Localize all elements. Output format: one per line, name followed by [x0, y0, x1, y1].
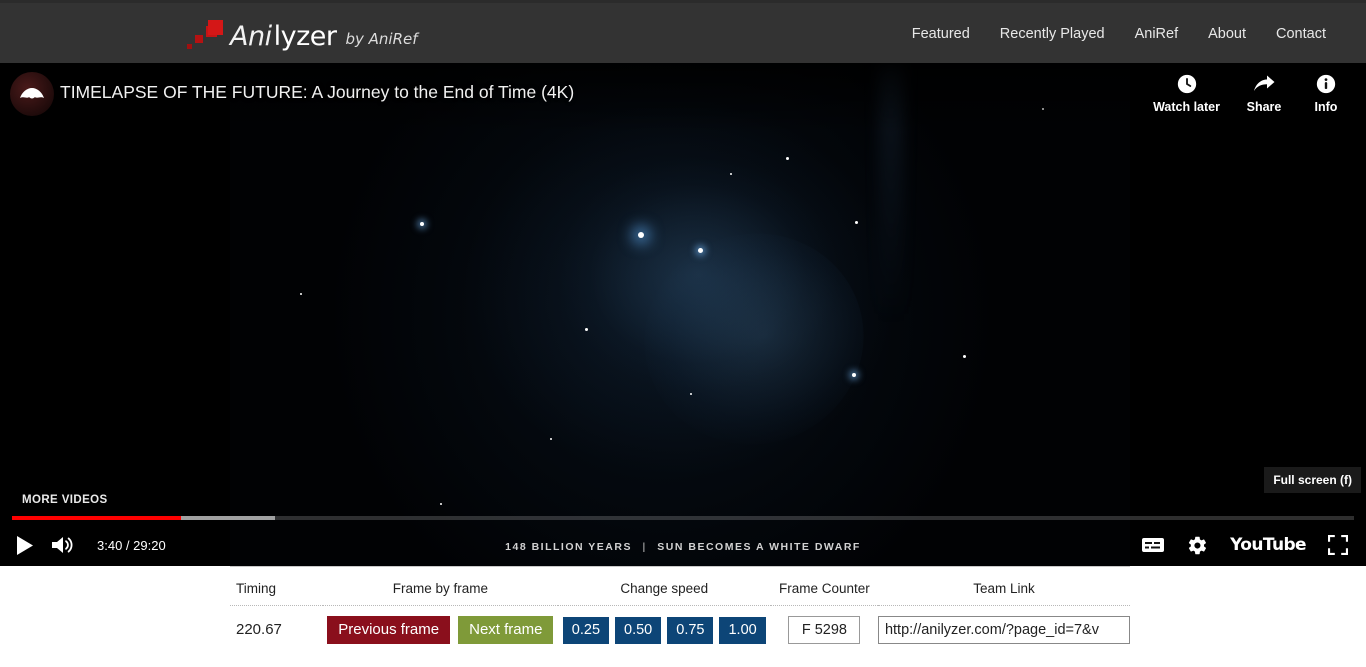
next-frame-button[interactable]: Next frame [458, 616, 553, 644]
table-row: 220.67 Previous frame Next frame 0.25 0.… [230, 606, 1130, 653]
settings-button[interactable] [1187, 535, 1208, 556]
channel-avatar[interactable] [10, 72, 54, 116]
nav-item-featured[interactable]: Featured [897, 3, 985, 66]
timing-value: 220.67 [230, 621, 282, 638]
clock-icon [1176, 71, 1198, 97]
star [730, 173, 732, 175]
video-frame-image[interactable] [230, 63, 1130, 566]
team-link-input[interactable] [878, 616, 1130, 644]
logo-text-lyzer: lyzer [274, 21, 337, 52]
fullscreen-tooltip: Full screen (f) [1264, 467, 1361, 493]
watch-later-button[interactable]: Watch later [1153, 71, 1220, 114]
nav-item-recently-played[interactable]: Recently Played [985, 3, 1120, 66]
share-arrow-icon [1252, 71, 1276, 97]
cell-frame-counter [771, 606, 878, 653]
star [698, 248, 703, 253]
column-header-change-speed: Change speed [558, 567, 771, 606]
video-player[interactable]: TIMELAPSE OF THE FUTURE: A Journey to th… [0, 63, 1366, 566]
cell-team-link [878, 606, 1130, 653]
cell-frame-by-frame: Previous frame Next frame [323, 606, 558, 653]
site-header: Anilyzer by AniRef Featured Recently Pla… [0, 0, 1366, 63]
share-button[interactable]: Share [1246, 71, 1282, 114]
main-navigation: Featured Recently Played AniRef About Co… [897, 3, 1366, 66]
player-top-actions: Watch later Share Info [1153, 71, 1344, 114]
logo-byline: by AniRef [345, 30, 417, 48]
channel-logo-icon [18, 87, 46, 101]
subtitles-button[interactable] [1141, 536, 1165, 554]
fullscreen-button[interactable] [1328, 535, 1348, 555]
frame-control-table: Timing Frame by frame Change speed Frame… [230, 567, 1130, 652]
watch-later-label: Watch later [1153, 100, 1220, 114]
star [638, 232, 644, 238]
star [852, 373, 856, 377]
progress-bar[interactable] [12, 516, 1354, 520]
star [963, 355, 966, 358]
time-display: 3:40 / 29:20 [97, 538, 166, 553]
info-circle-icon [1315, 71, 1337, 97]
star [855, 221, 858, 224]
column-header-frame-by-frame: Frame by frame [323, 567, 558, 606]
star [690, 393, 692, 395]
previous-frame-button[interactable]: Previous frame [327, 616, 450, 644]
info-button[interactable]: Info [1308, 71, 1344, 114]
speed-button-075[interactable]: 0.75 [667, 617, 713, 644]
play-button[interactable] [16, 536, 33, 555]
star [786, 157, 789, 160]
star [300, 293, 302, 295]
table-header-row: Timing Frame by frame Change speed Frame… [230, 567, 1130, 606]
star [440, 503, 442, 505]
progress-played [12, 516, 181, 520]
cell-timing: 220.67 [230, 606, 323, 653]
star [585, 328, 588, 331]
player-top-bar: TIMELAPSE OF THE FUTURE: A Journey to th… [0, 63, 1366, 133]
column-header-frame-counter: Frame Counter [771, 567, 878, 606]
player-controls: 3:40 / 29:20 YouTube [0, 524, 1366, 566]
speed-button-050[interactable]: 0.50 [615, 617, 661, 644]
frame-control-panel-inner: Timing Frame by frame Change speed Frame… [230, 566, 1130, 667]
more-videos-label[interactable]: MORE VIDEOS [22, 494, 108, 506]
star [420, 222, 424, 226]
frame-counter-input[interactable] [788, 616, 860, 644]
star [550, 438, 552, 440]
column-header-team-link: Team Link [878, 567, 1130, 606]
site-logo[interactable]: Anilyzer by AniRef [186, 17, 418, 55]
youtube-wordmark[interactable]: YouTube [1230, 535, 1306, 555]
volume-button[interactable] [51, 535, 75, 555]
logo-squares-icon [186, 19, 226, 53]
cell-change-speed: 0.25 0.50 0.75 1.00 [558, 606, 771, 653]
logo-text-ani: Ani [230, 21, 272, 52]
frame-control-panel: Timing Frame by frame Change speed Frame… [0, 566, 1366, 667]
share-label: Share [1247, 100, 1282, 114]
speed-button-025[interactable]: 0.25 [563, 617, 609, 644]
nebula-glow [617, 205, 891, 473]
nav-item-about[interactable]: About [1193, 3, 1261, 66]
nav-item-contact[interactable]: Contact [1261, 3, 1366, 66]
nav-item-aniref[interactable]: AniRef [1120, 3, 1194, 66]
video-title[interactable]: TIMELAPSE OF THE FUTURE: A Journey to th… [60, 82, 574, 103]
column-header-timing: Timing [230, 567, 323, 606]
info-label: Info [1315, 100, 1338, 114]
speed-button-100[interactable]: 1.00 [719, 617, 765, 644]
